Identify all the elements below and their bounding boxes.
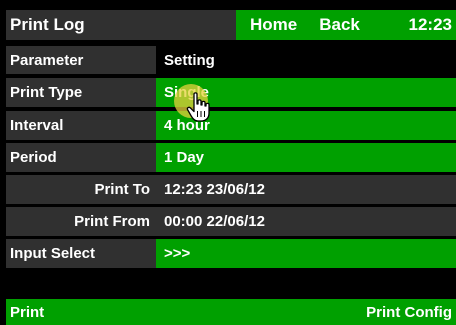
print-from-value: 00:00 22/06/12 [156,207,456,236]
column-header-setting: Setting [156,46,456,74]
period-row[interactable]: Period 1 Day [6,143,456,172]
interval-row[interactable]: Interval 4 hour [6,111,456,140]
print-config-button[interactable]: Print Config [362,304,456,321]
footer-bar: Print Print Config [6,299,456,325]
header-bar: Print Log Home Back 12:23 [6,10,456,40]
print-button[interactable]: Print [6,304,48,321]
input-select-label: Input Select [6,239,156,268]
table-header-row: Parameter Setting [6,46,456,74]
header-nav: Home Back 12:23 [236,10,456,40]
period-value[interactable]: 1 Day [156,143,456,172]
print-from-label: Print From [6,207,156,236]
hand-pointer-icon [186,92,210,122]
print-type-row[interactable]: Print Type Single [6,78,456,107]
print-to-label: Print To [6,175,156,204]
period-label: Period [6,143,156,172]
column-header-parameter: Parameter [6,46,156,74]
interval-label: Interval [6,111,156,140]
print-type-label: Print Type [6,78,156,107]
home-button[interactable]: Home [236,10,305,40]
input-select-row[interactable]: Input Select >>> [6,239,456,268]
input-select-button[interactable]: >>> [156,239,456,268]
page-title: Print Log [6,10,236,40]
clock-display: 12:23 [408,15,452,34]
print-to-row: Print To 12:23 23/06/12 [6,175,456,204]
print-log-screen: Print Log Home Back 12:23 Parameter Sett… [0,0,456,325]
print-to-value: 12:23 23/06/12 [156,175,456,204]
back-button[interactable]: Back [305,10,368,40]
print-from-row: Print From 00:00 22/06/12 [6,207,456,236]
